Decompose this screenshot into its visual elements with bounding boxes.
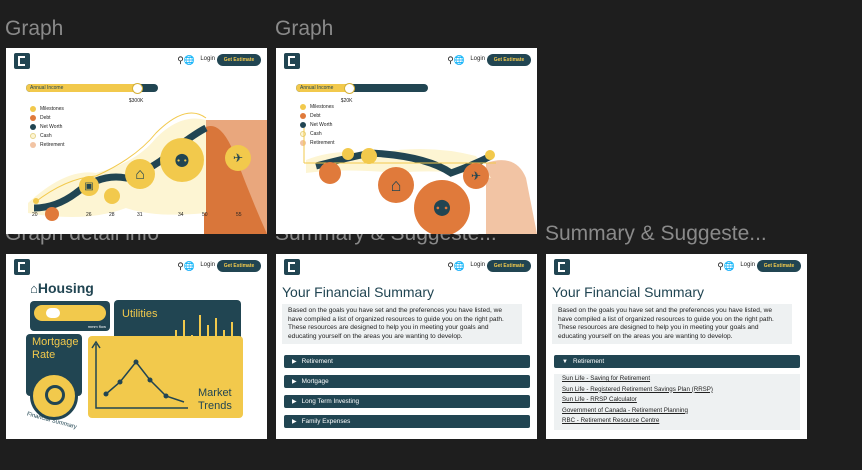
login-link[interactable]: Login (740, 262, 755, 268)
mortgage-rate-label: Mortgage Rate (32, 336, 79, 361)
x-tick: 55 (236, 212, 242, 218)
resource-link[interactable]: Government of Canada - Retirement Planni… (554, 406, 800, 417)
frame-summary-1[interactable]: ⚲🌐 Login Get Estimate Your Financial Sum… (276, 254, 537, 439)
retirement-area (486, 160, 537, 234)
site-header: ⚲🌐 Login Get Estimate (276, 254, 537, 280)
x-tick: 26 (86, 212, 92, 218)
x-tick: 31 (137, 212, 143, 218)
svg-text:⌂: ⌂ (391, 175, 402, 195)
x-tick: 34 (178, 212, 184, 218)
book-milestone-icon (319, 162, 341, 184)
financial-summary-badge[interactable] (30, 372, 78, 420)
debt-milestone-icon (45, 207, 59, 221)
logo-icon[interactable] (554, 259, 570, 275)
frame-graph-detail[interactable]: ⚲🌐 Login Get Estimate ⌂Housing mmm flow … (6, 254, 267, 439)
toggle-knob (46, 308, 60, 318)
wealth-graph: ⌂ ⚉ ✈ (303, 128, 537, 234)
retirement-links-list: Sun Life - Saving for Retirement Sun Lif… (554, 374, 800, 430)
svg-text:▣: ▣ (84, 181, 93, 192)
house-icon: ⌂ (30, 281, 38, 296)
chevron-right-icon: ▶ (292, 399, 297, 405)
trend-line-icon (91, 340, 188, 409)
page-title: Your Financial Summary (282, 284, 434, 300)
frame-graph-1[interactable]: ⚲🌐 Login Get Estimate Annual Income $300… (6, 48, 267, 234)
x-tick: 28 (109, 212, 115, 218)
accordion-family-expenses[interactable]: ▶ Family Expenses (284, 415, 530, 428)
accordion-retirement[interactable]: ▶ Retirement (284, 355, 530, 368)
accordion-retirement-expanded[interactable]: ▼ Retirement (554, 355, 800, 368)
svg-text:✈: ✈ (471, 169, 481, 183)
x-tick: 20 (32, 212, 38, 218)
rings-milestone-icon (104, 188, 120, 204)
site-header: ⚲🌐 Login Get Estimate (6, 254, 267, 280)
housing-heading: ⌂Housing (30, 280, 94, 296)
search-globe-icons[interactable]: ⚲🌐 (717, 261, 735, 272)
x-tick: 50 (202, 212, 208, 218)
rings-milestone-icon (361, 148, 377, 164)
wealth-graph: ▣ ⌂ ⚉ ✈ (28, 112, 267, 234)
logo-icon[interactable] (284, 259, 300, 275)
resource-link[interactable]: Sun Life - Registered Retirement Savings… (554, 385, 800, 396)
milestone-dot (485, 150, 495, 160)
chevron-down-icon: ▼ (562, 359, 568, 365)
resource-link[interactable]: Sun Life - RRSP Calculator (554, 395, 800, 406)
resource-link[interactable]: RBC - Retirement Resource Centre (554, 416, 800, 427)
svg-text:⌂: ⌂ (135, 166, 145, 183)
get-estimate-button[interactable]: Get Estimate (757, 260, 801, 272)
market-trends-label: Market Trends (198, 387, 232, 412)
toggle-card: mmm flow (30, 301, 110, 331)
resource-link[interactable]: Sun Life - Saving for Retirement (554, 374, 800, 385)
frame-summary-2[interactable]: ⚲🌐 Login Get Estimate Your Financial Sum… (546, 254, 807, 439)
toggle-caption: mmm flow (87, 324, 106, 329)
page-title: Your Financial Summary (552, 284, 704, 300)
get-estimate-button[interactable]: Get Estimate (487, 260, 531, 272)
search-globe-icons[interactable]: ⚲🌐 (447, 261, 465, 272)
get-estimate-button[interactable]: Get Estimate (217, 260, 261, 272)
milestone-dot (33, 198, 39, 204)
svg-text:⚉: ⚉ (432, 196, 452, 221)
login-link[interactable]: Login (470, 262, 485, 268)
frame-graph-2[interactable]: ⚲🌐 Login Get Estimate Annual Income $20K… (276, 48, 537, 234)
search-globe-icons[interactable]: ⚲🌐 (177, 261, 195, 272)
login-link[interactable]: Login (200, 262, 215, 268)
frame-label-graph-1[interactable]: Graph (5, 17, 255, 41)
frame-label-graph-2[interactable]: Graph (275, 17, 525, 41)
chevron-right-icon: ▶ (292, 359, 297, 365)
chevron-right-icon: ▶ (292, 419, 297, 425)
pie-chart-icon (45, 385, 65, 405)
svg-text:✈: ✈ (233, 151, 243, 165)
site-header: ⚲🌐 Login Get Estimate (546, 254, 807, 280)
logo-icon[interactable] (14, 259, 30, 275)
toggle-switch[interactable] (34, 305, 106, 321)
summary-intro: Based on the goals you have set and the … (282, 304, 522, 344)
frame-label-summary-2[interactable]: Summary & Suggeste... (545, 222, 795, 246)
accordion-long-term-investing[interactable]: ▶ Long Term Investing (284, 395, 530, 408)
summary-intro: Based on the goals you have set and the … (552, 304, 792, 344)
svg-text:⚉: ⚉ (174, 151, 190, 171)
housing-label: Housing (37, 280, 94, 296)
accordion-mortgage[interactable]: ▶ Mortgage (284, 375, 530, 388)
car-milestone-icon (342, 148, 354, 160)
chevron-right-icon: ▶ (292, 379, 297, 385)
